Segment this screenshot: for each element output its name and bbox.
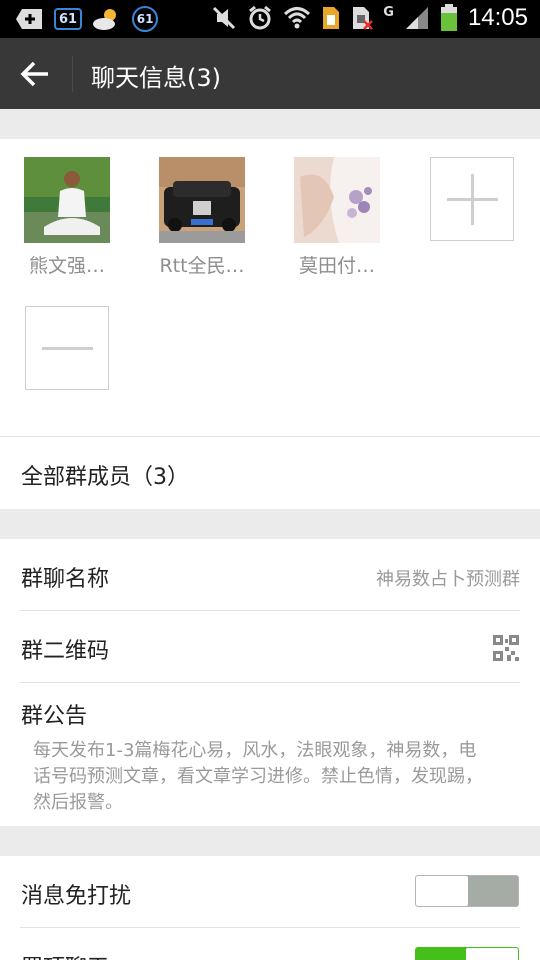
- group-qr-row[interactable]: 群二维码: [20, 611, 520, 683]
- all-members-label: 全部群成员（3）: [21, 465, 189, 490]
- notification-badge: 61: [54, 8, 83, 30]
- pin-label: 置顶聊天: [21, 950, 109, 960]
- toggle-knob: [466, 948, 518, 960]
- pin-row: 置顶聊天: [20, 928, 520, 960]
- member-name: 熊文强…: [28, 255, 105, 277]
- member-name: Rtt全民…: [159, 255, 245, 277]
- alarm-icon: [249, 5, 272, 30]
- battery-icon: [440, 4, 457, 31]
- group-notice-label: 群公告: [21, 704, 88, 729]
- sim-icon: [323, 7, 340, 29]
- arrow-left-icon[interactable]: [18, 58, 54, 90]
- member-item[interactable]: 莫田付…: [294, 157, 380, 278]
- group-name-row[interactable]: 群聊名称 神易数占卜预测群: [20, 539, 520, 611]
- mute-toggle[interactable]: [415, 875, 519, 907]
- add-icon: [16, 9, 42, 29]
- mute-label: 消息免打扰: [21, 884, 132, 909]
- group-notice-text[interactable]: 每天发布1-3篇梅花心易，风水，法眼观象，神易数，电话号码预测文章，看文章学习进…: [33, 738, 493, 816]
- add-member-button[interactable]: [430, 157, 514, 241]
- member-item[interactable]: 熊文强…: [24, 157, 110, 278]
- network-type: G: [383, 4, 394, 20]
- qr-code-icon: [493, 635, 519, 661]
- avatar[interactable]: [24, 157, 110, 243]
- toggle-knob: [416, 876, 468, 906]
- all-members-row[interactable]: 全部群成员（3）: [0, 436, 540, 509]
- member-grid: 熊文强… Rtt全民… 莫田付…: [0, 139, 540, 436]
- avatar[interactable]: [159, 157, 245, 243]
- weather-icon: [93, 9, 117, 30]
- mute-icon: [213, 6, 236, 30]
- wifi-icon: [284, 7, 311, 29]
- group-info-section: 群聊名称 神易数占卜预测群 群二维码 群公告 每天发布1-3篇梅花心易，风水，法…: [0, 539, 540, 826]
- notification-badge-2: 61: [132, 6, 159, 32]
- title-bar: 聊天信息(3): [0, 38, 540, 109]
- chat-settings-section: 消息免打扰 置顶聊天: [0, 856, 540, 960]
- pin-toggle[interactable]: [415, 947, 519, 960]
- avatar[interactable]: [294, 157, 380, 243]
- member-item[interactable]: Rtt全民…: [159, 157, 245, 278]
- clock: 14:05: [467, 4, 528, 31]
- member-name: 莫田付…: [298, 255, 375, 277]
- group-qr-label: 群二维码: [21, 639, 110, 664]
- header-divider: [72, 56, 73, 92]
- group-name-value: 神易数占卜预测群: [376, 569, 520, 590]
- remove-member-button[interactable]: [25, 306, 109, 390]
- sim-icon-2: [353, 7, 374, 30]
- group-name-label: 群聊名称: [21, 567, 110, 592]
- signal-icon: [405, 7, 428, 29]
- page-title: 聊天信息(3): [91, 64, 221, 92]
- status-bar: 61 61 G 14:05: [0, 0, 540, 38]
- mute-row: 消息免打扰: [20, 856, 520, 928]
